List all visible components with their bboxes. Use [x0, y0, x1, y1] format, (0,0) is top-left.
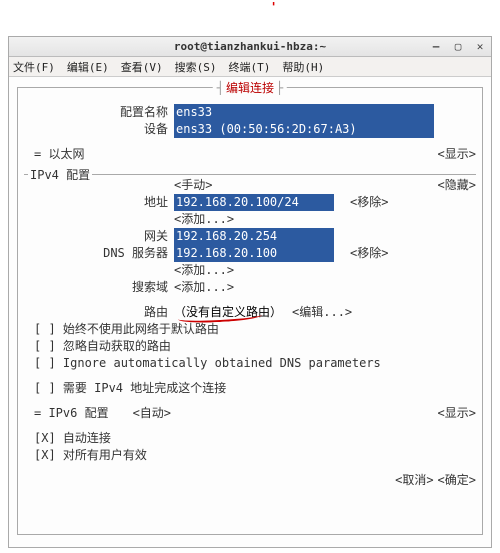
address-add-button[interactable]: <添加...> — [174, 211, 234, 228]
red-mark: ' — [270, 0, 277, 14]
device-field[interactable]: ens33 (00:50:56:2D:67:A3) — [174, 121, 434, 138]
menu-search[interactable]: 搜索(S) — [175, 59, 217, 75]
menubar: 文件(F) 编辑(E) 查看(V) 搜索(S) 终端(T) 帮助(H) — [9, 57, 491, 77]
dns-field[interactable]: 192.168.20.100 — [174, 245, 334, 262]
ethernet-section[interactable]: = 以太网 — [24, 146, 84, 163]
routes-label: 路由 — [24, 304, 174, 321]
ipv4-section: IPv4 配置 <手动> <隐藏> 地址 192.168.20.100/24 <… — [24, 174, 476, 397]
address-label: 地址 — [24, 194, 174, 211]
close-button[interactable]: ✕ — [473, 40, 487, 53]
nmtui-dialog: ┤编辑连接├ 配置名称 ens33 设备 ens33 (00:50:56:2D:… — [17, 87, 483, 535]
cb-ignore-auto-routes[interactable]: [ ] 忽略自动获取的路由 — [24, 338, 171, 355]
ipv6-section[interactable]: = IPv6 配置 — [24, 405, 109, 422]
ipv4-hide-button[interactable]: <隐藏> — [438, 177, 476, 194]
ipv6-mode-select[interactable]: <自动> — [133, 405, 171, 422]
dialog-title: ┤编辑连接├ — [213, 79, 287, 96]
menu-view[interactable]: 查看(V) — [121, 59, 163, 75]
menu-help[interactable]: 帮助(H) — [282, 59, 324, 75]
ipv4-mode-select[interactable]: <手动> — [174, 177, 212, 194]
routes-edit-button[interactable]: <编辑...> — [292, 304, 352, 321]
cb-all-users[interactable]: [X] 对所有用户有效 — [24, 447, 147, 464]
dns-remove-button[interactable]: <移除> — [350, 245, 388, 262]
window-title: root@tianzhankui-hbza:~ — [174, 40, 326, 53]
address-field[interactable]: 192.168.20.100/24 — [174, 194, 334, 211]
cb-require-ipv4[interactable]: [ ] 需要 IPv4 地址完成这个连接 — [24, 380, 226, 397]
address-remove-button[interactable]: <移除> — [350, 194, 388, 211]
routes-text: （没有自定义路由） — [174, 304, 282, 321]
minimize-button[interactable]: — — [429, 40, 443, 53]
device-label: 设备 — [24, 121, 174, 138]
gateway-label: 网关 — [24, 228, 174, 245]
search-add-button[interactable]: <添加...> — [174, 279, 234, 296]
profile-name-label: 配置名称 — [24, 104, 174, 121]
menu-edit[interactable]: 编辑(E) — [67, 59, 109, 75]
ethernet-show-button[interactable]: <显示> — [438, 146, 476, 163]
gateway-field[interactable]: 192.168.20.254 — [174, 228, 334, 245]
ok-button[interactable]: <确定> — [438, 472, 476, 489]
cb-no-default-route[interactable]: [ ] 始终不使用此网络于默认路由 — [24, 321, 219, 338]
menu-terminal[interactable]: 终端(T) — [229, 59, 271, 75]
terminal-body: ┤编辑连接├ 配置名称 ens33 设备 ens33 (00:50:56:2D:… — [9, 77, 491, 547]
search-domain-label: 搜索域 — [24, 279, 174, 296]
maximize-button[interactable]: ▢ — [451, 40, 465, 53]
ipv6-show-button[interactable]: <显示> — [438, 405, 476, 422]
menu-file[interactable]: 文件(F) — [13, 59, 55, 75]
dns-label: DNS 服务器 — [24, 245, 174, 262]
ipv4-label: IPv4 配置 — [28, 166, 92, 183]
dns-add-button[interactable]: <添加...> — [174, 262, 234, 279]
terminal-window: root@tianzhankui-hbza:~ — ▢ ✕ 文件(F) 编辑(E… — [8, 36, 492, 548]
titlebar: root@tianzhankui-hbza:~ — ▢ ✕ — [9, 37, 491, 57]
cancel-button[interactable]: <取消> — [395, 472, 433, 489]
cb-auto-connect[interactable]: [X] 自动连接 — [24, 430, 111, 447]
profile-name-field[interactable]: ens33 — [174, 104, 434, 121]
cb-ignore-auto-dns[interactable]: [ ] Ignore automatically obtained DNS pa… — [24, 355, 381, 372]
